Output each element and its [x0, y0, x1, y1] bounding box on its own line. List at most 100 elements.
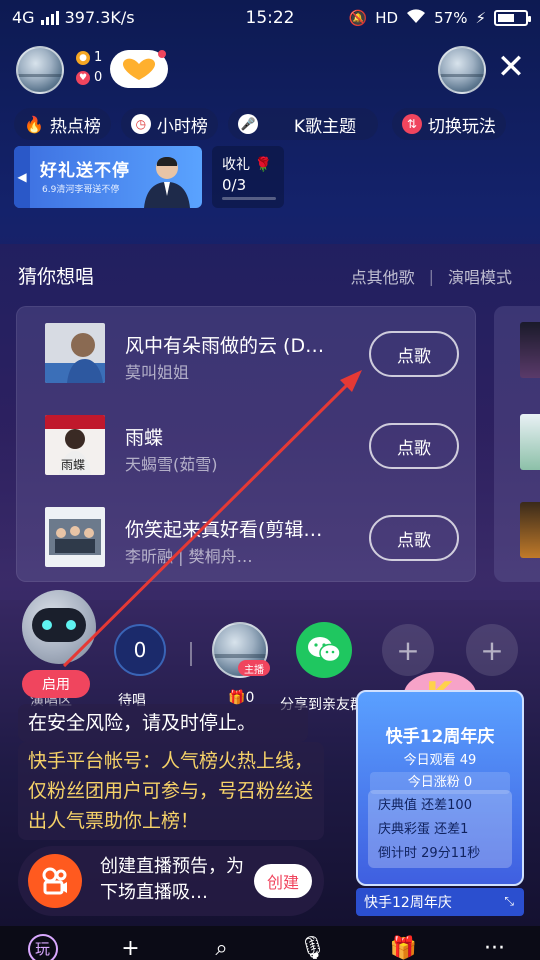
stat-value: 还差100: [421, 798, 472, 813]
banner-subtitle: 6.9清河李哥送不停: [42, 185, 120, 195]
song-row[interactable]: 雨蝶 雨蝶 天蝎雪(茹雪) 点歌: [17, 399, 477, 489]
stat-row: 庆典彩蛋 还差1: [378, 818, 504, 842]
more-icon[interactable]: ···: [477, 934, 513, 960]
stat-row: 庆典值 还差100: [378, 794, 504, 818]
heart-icon: ♥: [76, 70, 90, 85]
robot-eye: [66, 620, 76, 630]
promo-banner[interactable]: ◀ 好礼送不停 6.9清河李哥送不停: [14, 146, 202, 208]
today-watch: 今日观看 49: [403, 753, 477, 768]
kuaishou-logo-icon: [28, 854, 82, 908]
waiting-count-button[interactable]: 0: [114, 624, 166, 676]
robot-face: [32, 608, 86, 642]
sing-mode-link[interactable]: 演唱模式: [448, 264, 512, 288]
create-preview-text: 创建直播预告，为下场直播吸…: [100, 856, 244, 903]
streamer-avatar[interactable]: [16, 46, 64, 94]
song-cover: 雨蝶: [45, 415, 105, 475]
switch-icon: ⇅: [401, 114, 422, 134]
add-user-icon[interactable]: +: [113, 934, 149, 960]
wechat-share-button[interactable]: [296, 622, 352, 678]
pick-song-button[interactable]: 点歌: [369, 331, 459, 377]
gift-task-card[interactable]: 收礼 🌹 0/3: [212, 146, 284, 208]
stat-key: 倒计时: [378, 846, 418, 861]
enable-button[interactable]: 启用: [22, 670, 90, 698]
guess-title: 猜你想唱: [18, 266, 95, 288]
song-cover: [45, 323, 105, 383]
anniversary-footer-label: 快手12周年庆: [364, 895, 452, 911]
robot-eye: [42, 620, 52, 630]
svg-text:雨蝶: 雨蝶: [61, 457, 85, 472]
anniversary-title: 快手12周年庆: [385, 727, 495, 747]
chat-message: 在安全风险，请及时停止。: [18, 704, 308, 742]
play-icon[interactable]: 玩: [27, 934, 58, 960]
battery-icon: [494, 10, 531, 26]
wechat-icon: [308, 637, 341, 663]
tab-hot-list[interactable]: 🔥 热点榜: [14, 108, 111, 140]
fan-count: 1: [94, 50, 103, 65]
divider: [190, 642, 192, 666]
tab-ksong-theme[interactable]: 🎤 K歌主题: [227, 108, 378, 140]
tab-label: 热点榜: [49, 116, 101, 137]
status-bar: 4G 397.3K/s 15:22 🔕 HD 57% ⚡: [0, 0, 540, 36]
banner-person-image: [144, 157, 190, 208]
person-icon: ●: [76, 50, 90, 65]
tab-row: 🔥 热点榜 ◷ 小时榜 🎤 K歌主题 ⇅ 切换玩法: [14, 108, 506, 140]
charging-icon: ⚡: [475, 9, 486, 27]
anniversary-footer[interactable]: 快手12周年庆 ⤡: [356, 888, 524, 916]
next-song-cover: [520, 502, 540, 558]
rose-icon: 🌹: [254, 157, 272, 173]
audience-counts: ● 1 ♥ 0: [76, 48, 102, 88]
tab-hour-list[interactable]: ◷ 小时榜: [120, 108, 218, 140]
next-song-card[interactable]: [494, 306, 540, 582]
wifi-icon: [406, 8, 426, 28]
viewer-avatar[interactable]: [438, 46, 486, 94]
tab-label: 小时榜: [156, 116, 208, 137]
mute-icon: 🔕: [348, 9, 368, 27]
stat-value: 29分11秒: [421, 846, 481, 861]
fire-icon: 🔥: [24, 114, 44, 134]
bottom-nav: 玩 + ⌕ 🎙 🎁 ···: [0, 926, 540, 960]
anniversary-widget[interactable]: 快手12周年庆 今日观看 49 今日涨粉 0 庆典值 还差100 庆典彩蛋 还差…: [356, 690, 524, 886]
gift-task-progress-bar: [222, 197, 276, 200]
song-name: 你笑起来真好看(剪辑…: [125, 519, 323, 541]
pick-song-button[interactable]: 点歌: [369, 515, 459, 561]
guess-links: 点其他歌 | 演唱模式: [351, 264, 512, 288]
search-icon[interactable]: ⌕: [204, 934, 240, 960]
pick-song-button[interactable]: 点歌: [369, 423, 459, 469]
close-button[interactable]: ✕: [494, 50, 528, 84]
tab-label: 切换玩法: [427, 116, 496, 137]
stat-key: 庆典彩蛋: [378, 822, 431, 837]
hd-label: HD: [375, 9, 399, 27]
banner-title: 好礼送不停: [40, 161, 130, 181]
gift-task-label: 收礼: [222, 157, 250, 173]
song-row[interactable]: 你笑起来真好看(剪辑… 李昕融 | 樊桐舟… 点歌: [17, 491, 477, 581]
gift-task-progress: 0/3: [222, 176, 247, 194]
song-name: 风中有朵雨做的云 (D…: [125, 335, 325, 357]
platform-notice: 快手平台帐号：人气榜火热上线，仅粉丝团用户可参与，号召粉丝送出人气票助你上榜！: [18, 742, 324, 840]
mic-icon[interactable]: 🎙: [295, 934, 331, 960]
gift-icon[interactable]: 🎁: [386, 934, 422, 960]
next-song-cover: [520, 414, 540, 470]
create-button[interactable]: 创建: [254, 864, 312, 898]
robot-assistant-icon[interactable]: [22, 590, 96, 664]
plus-icon: +: [480, 633, 504, 667]
song-row[interactable]: 风中有朵雨做的云 (D… 莫叫姐姐 点歌: [17, 307, 477, 397]
link-separator: |: [428, 266, 434, 286]
microphone-icon: 🎤: [237, 114, 258, 134]
fan-club-button[interactable]: [110, 50, 168, 88]
fan-heart-icon: [122, 50, 166, 80]
anniversary-stats-panel: 庆典值 还差100 庆典彩蛋 还差1 倒计时 29分11秒: [368, 790, 512, 868]
like-count: 0: [94, 70, 103, 85]
collapse-icon[interactable]: ⤡: [504, 894, 514, 909]
song-list-card: 风中有朵雨做的云 (D… 莫叫姐姐 点歌 雨蝶 雨蝶 天蝎雪(茹雪) 点歌 你笑…: [16, 306, 476, 582]
banner-left-arrow-icon[interactable]: ◀: [14, 146, 30, 208]
host-tag: 主播: [238, 660, 270, 676]
tab-label: K歌主题: [293, 116, 357, 137]
stat-key: 庆典值: [378, 798, 418, 813]
clock-icon: ◷: [130, 114, 151, 134]
tab-switch-mode[interactable]: ⇅ 切换玩法: [391, 108, 506, 140]
battery-percent: 57%: [434, 9, 468, 27]
pick-other-song-link[interactable]: 点其他歌: [351, 264, 415, 288]
song-artist: 天蝎雪(茹雪): [125, 455, 218, 474]
song-artist: 莫叫姐姐: [125, 363, 190, 382]
stat-row: 倒计时 29分11秒: [378, 842, 504, 866]
